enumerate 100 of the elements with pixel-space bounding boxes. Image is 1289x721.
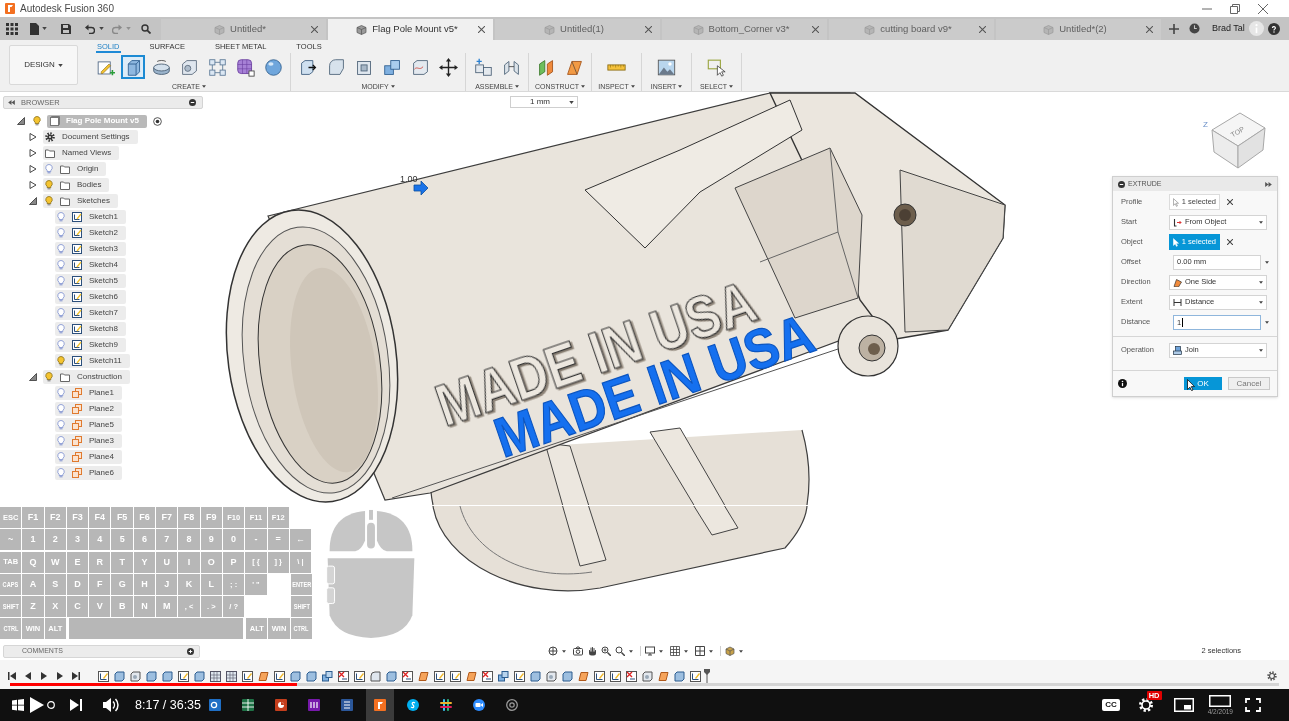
caret-icon[interactable]: [29, 197, 37, 205]
browser-item[interactable]: Named Views: [43, 146, 120, 160]
rounded-box-icon[interactable]: [370, 670, 381, 682]
plane-icon[interactable]: [258, 670, 269, 682]
plane-icon[interactable]: [658, 670, 669, 682]
box-hole-icon[interactable]: [130, 670, 141, 682]
caret-icon[interactable]: [29, 181, 37, 189]
overlapping-boxes-icon[interactable]: [498, 670, 509, 682]
lightbulb-icon[interactable]: [45, 180, 53, 190]
browser-item[interactable]: Construction: [43, 370, 130, 384]
volume-icon[interactable]: [103, 697, 120, 713]
sketch-icon[interactable]: [450, 670, 461, 682]
browser-item[interactable]: Document Settings: [43, 130, 138, 144]
box-icon[interactable]: [674, 670, 685, 682]
plane-icon[interactable]: [578, 670, 589, 682]
plus-circle-icon[interactable]: [187, 647, 194, 655]
browser-item[interactable]: Sketch9: [55, 338, 126, 352]
workspace-menu[interactable]: DESIGN: [9, 45, 78, 85]
box-icon[interactable]: [562, 670, 573, 682]
theater-mode-icon[interactable]: [1209, 694, 1232, 707]
magnifier-icon[interactable]: [615, 646, 625, 656]
browser-item[interactable]: Sketch2: [55, 226, 126, 240]
search-icon[interactable]: [141, 23, 151, 34]
cancel-button[interactable]: Cancel: [1228, 377, 1270, 390]
apps-grid-icon[interactable]: [6, 22, 18, 35]
sketch-icon[interactable]: [274, 670, 285, 682]
skip-end-icon[interactable]: [72, 672, 80, 680]
play-icon[interactable]: [30, 697, 44, 713]
browser-item[interactable]: Plane2: [55, 402, 122, 416]
overlapping-boxes-icon[interactable]: [322, 670, 333, 682]
minus-circle-icon[interactable]: [1118, 180, 1125, 188]
settings-icon[interactable]: [1267, 671, 1277, 681]
ring-icon[interactable]: [47, 701, 55, 709]
close-icon[interactable]: [1227, 199, 1233, 205]
lightbulb-icon[interactable]: [45, 196, 53, 206]
collapse-arrows-icon[interactable]: [8, 100, 15, 105]
clock-icon[interactable]: [1189, 23, 1200, 34]
close-icon[interactable]: [1227, 239, 1233, 245]
sketch-icon[interactable]: [98, 670, 109, 682]
crossed-sketch-icon[interactable]: [626, 670, 637, 682]
grid-icon[interactable]: [210, 670, 221, 682]
next-icon[interactable]: [70, 699, 82, 711]
grid-snap-dropdown[interactable]: 1 mm: [510, 96, 578, 108]
browser-item[interactable]: Sketch11: [55, 354, 130, 368]
zoom-in-icon[interactable]: [601, 646, 611, 656]
lightbulb-icon[interactable]: [57, 356, 65, 366]
sketch-icon[interactable]: [434, 670, 445, 682]
crossed-sketch-icon[interactable]: [402, 670, 413, 682]
lightbulb-icon[interactable]: [45, 372, 53, 382]
document-tab[interactable]: Untitled*(2): [996, 19, 1161, 40]
user-name[interactable]: Brad Tal: [1212, 21, 1245, 36]
help-icon[interactable]: [1267, 22, 1280, 35]
file-icon[interactable]: [30, 22, 39, 35]
browser-item[interactable]: Sketch6: [55, 290, 126, 304]
box-icon[interactable]: [386, 670, 397, 682]
document-tab[interactable]: cutting board v9*: [829, 19, 994, 40]
sketch-icon[interactable]: [242, 670, 253, 682]
box-icon[interactable]: [194, 670, 205, 682]
box-icon[interactable]: [306, 670, 317, 682]
grid-icon[interactable]: [670, 646, 680, 656]
play-icon[interactable]: [40, 672, 48, 680]
miniplayer-icon[interactable]: [1173, 698, 1194, 712]
caret-icon[interactable]: [29, 149, 37, 157]
close-icon[interactable]: [311, 26, 318, 33]
document-tab[interactable]: Flag Pole Mount v5*: [328, 19, 493, 40]
close-icon[interactable]: [1146, 26, 1153, 33]
timeline-marker-icon[interactable]: [704, 669, 710, 683]
caret-icon[interactable]: [29, 373, 37, 381]
crossed-sketch-icon[interactable]: [338, 670, 349, 682]
document-tab[interactable]: Untitled*: [161, 19, 326, 40]
document-tab[interactable]: Bottom_Corner v3*: [662, 19, 827, 40]
expand-arrows-icon[interactable]: [1265, 181, 1272, 187]
drag-arrow-icon[interactable]: [413, 180, 429, 196]
close-icon[interactable]: [979, 26, 986, 33]
step-back-icon[interactable]: [24, 672, 32, 680]
browser-item[interactable]: Bodies: [43, 178, 110, 192]
box-hole-icon[interactable]: [546, 670, 557, 682]
browser-item[interactable]: Sketch5: [55, 274, 126, 288]
sketch-icon[interactable]: [610, 670, 621, 682]
close-icon[interactable]: [1258, 3, 1268, 14]
save-icon[interactable]: [61, 23, 71, 34]
plane-icon[interactable]: [418, 670, 429, 682]
caret-icon[interactable]: [17, 117, 25, 125]
plus-icon[interactable]: [1169, 23, 1179, 34]
browser-item[interactable]: Origin: [43, 162, 107, 176]
box-icon[interactable]: [162, 670, 173, 682]
box-hole-icon[interactable]: [642, 670, 653, 682]
crosshair-icon[interactable]: [548, 646, 558, 656]
box-icon[interactable]: [114, 670, 125, 682]
tool-button[interactable]: [436, 55, 460, 79]
monitor-icon[interactable]: [645, 646, 655, 656]
cube-icon[interactable]: [725, 646, 735, 656]
restore-icon[interactable]: [1230, 3, 1240, 14]
close-icon[interactable]: [478, 26, 485, 33]
box-icon[interactable]: [290, 670, 301, 682]
box-icon[interactable]: [146, 670, 157, 682]
browser-item[interactable]: Plane4: [55, 450, 122, 464]
grid-icon[interactable]: [226, 670, 237, 682]
caret-icon[interactable]: [29, 133, 37, 141]
info-icon[interactable]: [1118, 379, 1127, 388]
